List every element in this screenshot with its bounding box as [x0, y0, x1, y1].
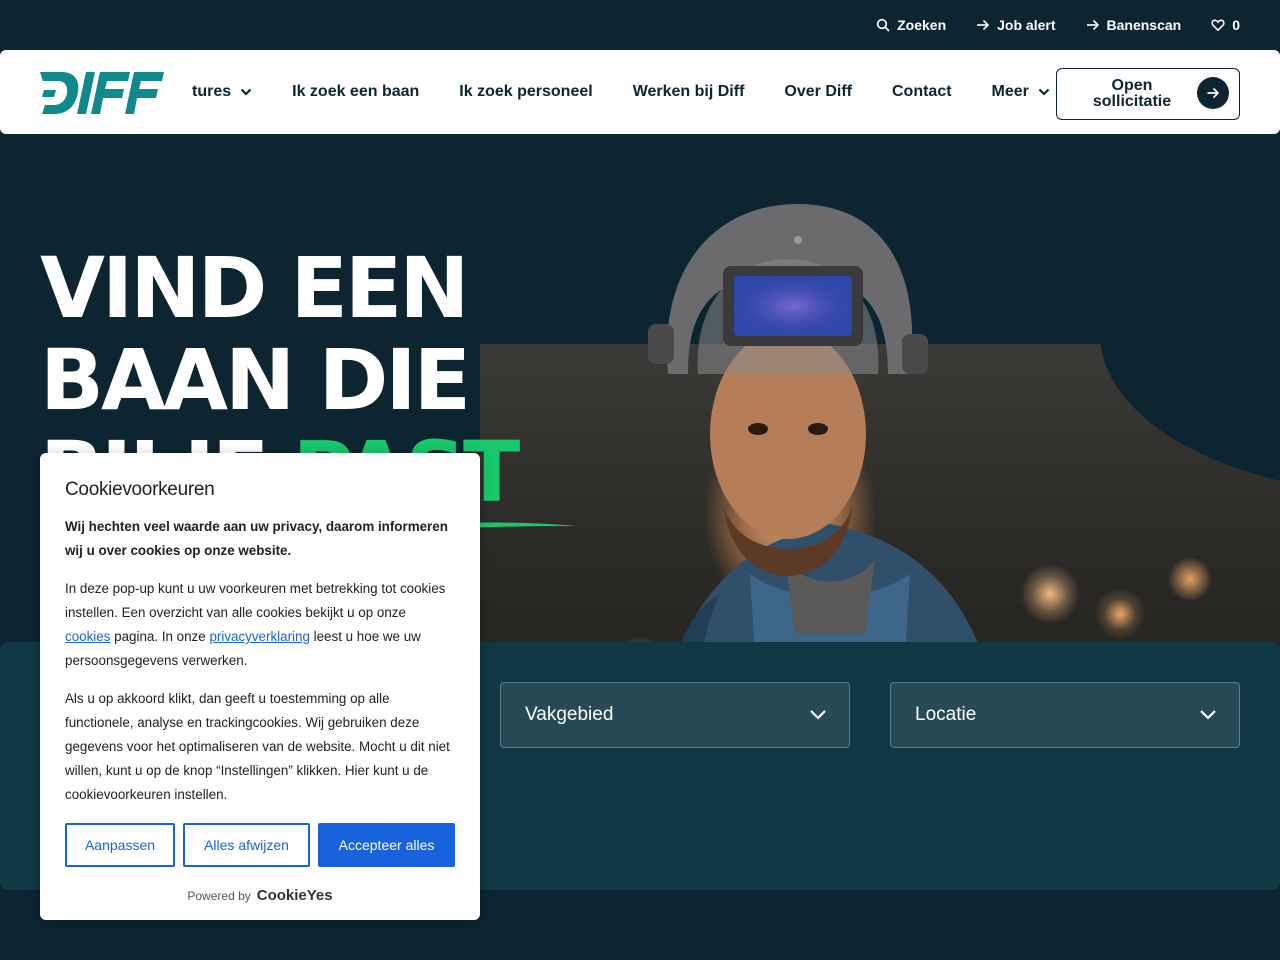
open-application-button[interactable]: Open sollicitatie: [1056, 68, 1240, 120]
nav-item-ik-zoek-personeel[interactable]: Ik zoek personeel: [459, 83, 592, 101]
hero-heading-line2: BAAN DIE: [40, 331, 471, 429]
reject-all-button[interactable]: Alles afwijzen: [183, 823, 310, 867]
main-navigation: tures Ik zoek een baan Ik zoek personeel…: [0, 50, 1280, 134]
diff-logo[interactable]: [40, 72, 164, 114]
cta-label: Open sollicitatie: [1057, 78, 1207, 110]
chevron-down-icon: [1200, 710, 1216, 720]
nav-item-label: Ik zoek personeel: [459, 83, 593, 100]
vakgebied-select[interactable]: Vakgebied: [500, 682, 850, 748]
search-icon: [876, 18, 890, 32]
hero-heading-line1: VIND EEN: [40, 239, 470, 337]
powered-by-label: Powered by: [187, 888, 251, 903]
nav-item-label: Contact: [891, 83, 952, 100]
cta-label-line1: Open: [1111, 77, 1153, 94]
nav-item-label: Over Diff: [784, 83, 852, 100]
cookies-page-link[interactable]: cookies: [65, 629, 110, 644]
arrow-right-icon: [1086, 19, 1099, 31]
vakgebied-select-value: Vakgebied: [525, 704, 614, 725]
cookie-dialog-title: Cookievoorkeuren: [65, 479, 215, 500]
welder-helmet-illustration: [648, 204, 928, 576]
cookie-consent-dialog: Cookievoorkeuren Wij hechten veel waarde…: [40, 453, 480, 920]
nav-item-label: Werken bij Diff: [632, 83, 745, 100]
chevron-down-icon: [1038, 88, 1050, 96]
locatie-select-value: Locatie: [915, 704, 977, 725]
banenscan-label: Banenscan: [1106, 17, 1182, 33]
cookie-consent-text: Als u op akkoord klikt, dan geeft u toes…: [65, 691, 450, 802]
cookie-info-part1: In deze pop-up kunt u uw voorkeuren met …: [65, 581, 446, 620]
powered-by: Powered by CookieYes: [40, 887, 480, 904]
nav-item-tures[interactable]: tures: [192, 83, 252, 101]
favorites-count: 0: [1232, 17, 1240, 33]
banenscan-link[interactable]: Banenscan: [1086, 17, 1182, 33]
arrow-right-icon: [1197, 77, 1229, 109]
nav-item-label: tures: [192, 83, 232, 100]
nav-item-contact[interactable]: Contact: [892, 83, 952, 101]
cookie-intro-text: Wij hechten veel waarde aan uw privacy, …: [65, 519, 448, 558]
nav-item-label: Meer: [991, 83, 1029, 100]
utility-bar: Zoeken Job alert Banenscan 0: [0, 0, 1280, 50]
accept-all-button[interactable]: Accepteer alles: [318, 823, 455, 867]
cta-label-line2: sollicitatie: [1092, 93, 1172, 110]
cookie-info-text: In deze pop-up kunt u uw voorkeuren met …: [65, 577, 455, 673]
cookie-button-group: Aanpassen Alles afwijzen Accepteer alles: [65, 823, 455, 867]
nav-item-label: Ik zoek een baan: [292, 83, 420, 100]
arrow-right-icon: [977, 19, 990, 31]
cookieyes-logo[interactable]: CookieYes: [257, 887, 333, 904]
nav-item-meer[interactable]: Meer: [992, 83, 1050, 101]
nav-menu: tures Ik zoek een baan Ik zoek personeel…: [192, 50, 1090, 134]
favorites-link[interactable]: 0: [1211, 17, 1240, 33]
search-link[interactable]: Zoeken: [876, 17, 946, 33]
job-alert-link[interactable]: Job alert: [976, 17, 1056, 33]
job-alert-label: Job alert: [997, 17, 1056, 33]
privacy-statement-link[interactable]: privacyverklaring: [209, 629, 309, 644]
nav-item-ik-zoek-een-baan[interactable]: Ik zoek een baan: [292, 83, 419, 101]
locatie-select[interactable]: Locatie: [890, 682, 1240, 748]
customize-button[interactable]: Aanpassen: [65, 823, 175, 867]
nav-item-werken-bij-diff[interactable]: Werken bij Diff: [633, 83, 745, 101]
chevron-down-icon: [240, 88, 252, 96]
chevron-down-icon: [810, 710, 826, 720]
heart-icon: [1211, 19, 1225, 32]
search-link-label: Zoeken: [897, 17, 947, 33]
cookie-info-part2: pagina. In onze: [110, 629, 210, 644]
nav-item-over-diff[interactable]: Over Diff: [784, 83, 852, 101]
